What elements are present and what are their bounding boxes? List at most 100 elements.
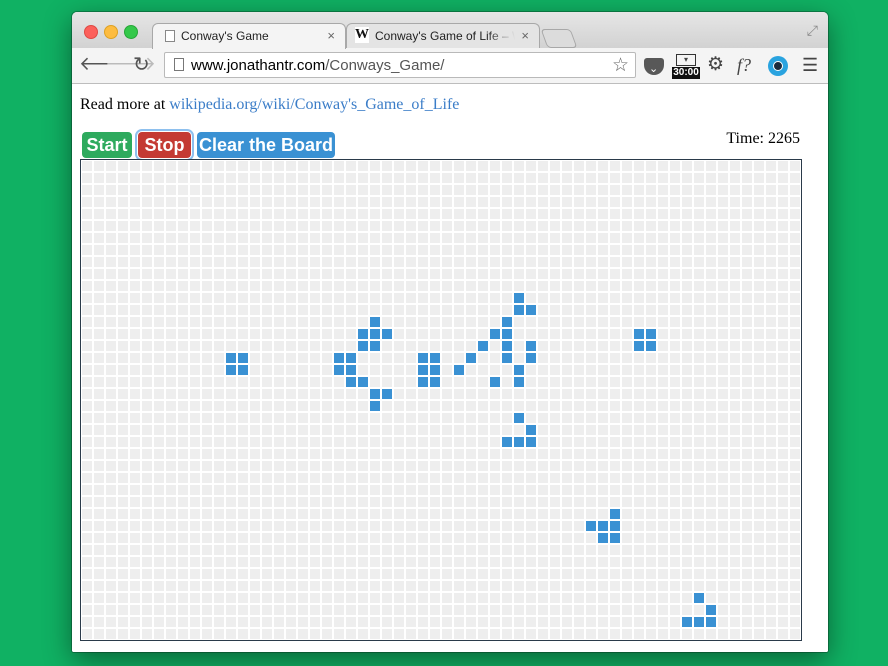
dead-cell[interactable] [130,437,140,447]
dead-cell[interactable] [742,521,752,531]
dead-cell[interactable] [598,245,608,255]
dead-cell[interactable] [574,305,584,315]
dead-cell[interactable] [454,293,464,303]
live-cell[interactable] [634,341,644,351]
dead-cell[interactable] [730,245,740,255]
dead-cell[interactable] [466,581,476,591]
dead-cell[interactable] [358,605,368,615]
dead-cell[interactable] [646,245,656,255]
dead-cell[interactable] [382,557,392,567]
dead-cell[interactable] [226,461,236,471]
game-board[interactable] [80,159,802,641]
dead-cell[interactable] [658,377,668,387]
dead-cell[interactable] [334,233,344,243]
dead-cell[interactable] [418,269,428,279]
live-cell[interactable] [610,521,620,531]
live-cell[interactable] [610,533,620,543]
dead-cell[interactable] [274,425,284,435]
dead-cell[interactable] [658,161,668,171]
dead-cell[interactable] [238,161,248,171]
dead-cell[interactable] [382,569,392,579]
dead-cell[interactable] [658,173,668,183]
dead-cell[interactable] [202,221,212,231]
dead-cell[interactable] [706,281,716,291]
dead-cell[interactable] [682,317,692,327]
dead-cell[interactable] [346,581,356,591]
dead-cell[interactable] [550,545,560,555]
dead-cell[interactable] [394,257,404,267]
dead-cell[interactable] [118,425,128,435]
dead-cell[interactable] [310,329,320,339]
dead-cell[interactable] [370,581,380,591]
dead-cell[interactable] [730,449,740,459]
dead-cell[interactable] [658,485,668,495]
dead-cell[interactable] [598,593,608,603]
dead-cell[interactable] [418,245,428,255]
dead-cell[interactable] [214,521,224,531]
dead-cell[interactable] [298,353,308,363]
dead-cell[interactable] [694,413,704,423]
dead-cell[interactable] [166,317,176,327]
dead-cell[interactable] [574,269,584,279]
dead-cell[interactable] [226,617,236,627]
dead-cell[interactable] [514,185,524,195]
dead-cell[interactable] [586,233,596,243]
dead-cell[interactable] [166,449,176,459]
dead-cell[interactable] [790,629,800,639]
dead-cell[interactable] [454,533,464,543]
dead-cell[interactable] [322,233,332,243]
dead-cell[interactable] [718,509,728,519]
live-cell[interactable] [514,305,524,315]
dead-cell[interactable] [166,209,176,219]
dead-cell[interactable] [202,305,212,315]
dead-cell[interactable] [610,281,620,291]
dead-cell[interactable] [94,233,104,243]
dead-cell[interactable] [274,461,284,471]
live-cell[interactable] [514,365,524,375]
dead-cell[interactable] [142,209,152,219]
dead-cell[interactable] [238,593,248,603]
dead-cell[interactable] [682,209,692,219]
dead-cell[interactable] [430,413,440,423]
dead-cell[interactable] [454,245,464,255]
dead-cell[interactable] [334,497,344,507]
dead-cell[interactable] [766,329,776,339]
dead-cell[interactable] [550,617,560,627]
dead-cell[interactable] [790,209,800,219]
dead-cell[interactable] [394,557,404,567]
dead-cell[interactable] [766,593,776,603]
dead-cell[interactable] [334,437,344,447]
dead-cell[interactable] [202,425,212,435]
dead-cell[interactable] [178,281,188,291]
dead-cell[interactable] [646,281,656,291]
dead-cell[interactable] [166,629,176,639]
dead-cell[interactable] [634,317,644,327]
dead-cell[interactable] [166,485,176,495]
dead-cell[interactable] [226,605,236,615]
dead-cell[interactable] [502,449,512,459]
dead-cell[interactable] [442,173,452,183]
dead-cell[interactable] [610,197,620,207]
dead-cell[interactable] [166,473,176,483]
dead-cell[interactable] [730,593,740,603]
dead-cell[interactable] [274,293,284,303]
dead-cell[interactable] [94,377,104,387]
dead-cell[interactable] [418,257,428,267]
dead-cell[interactable] [202,281,212,291]
dead-cell[interactable] [430,401,440,411]
dead-cell[interactable] [118,365,128,375]
dead-cell[interactable] [274,533,284,543]
dead-cell[interactable] [250,521,260,531]
dead-cell[interactable] [526,185,536,195]
dead-cell[interactable] [502,605,512,615]
dead-cell[interactable] [118,209,128,219]
dead-cell[interactable] [454,353,464,363]
dead-cell[interactable] [238,257,248,267]
dead-cell[interactable] [598,617,608,627]
dead-cell[interactable] [238,461,248,471]
dead-cell[interactable] [274,437,284,447]
dead-cell[interactable] [682,437,692,447]
dead-cell[interactable] [430,185,440,195]
dead-cell[interactable] [466,329,476,339]
dead-cell[interactable] [190,281,200,291]
